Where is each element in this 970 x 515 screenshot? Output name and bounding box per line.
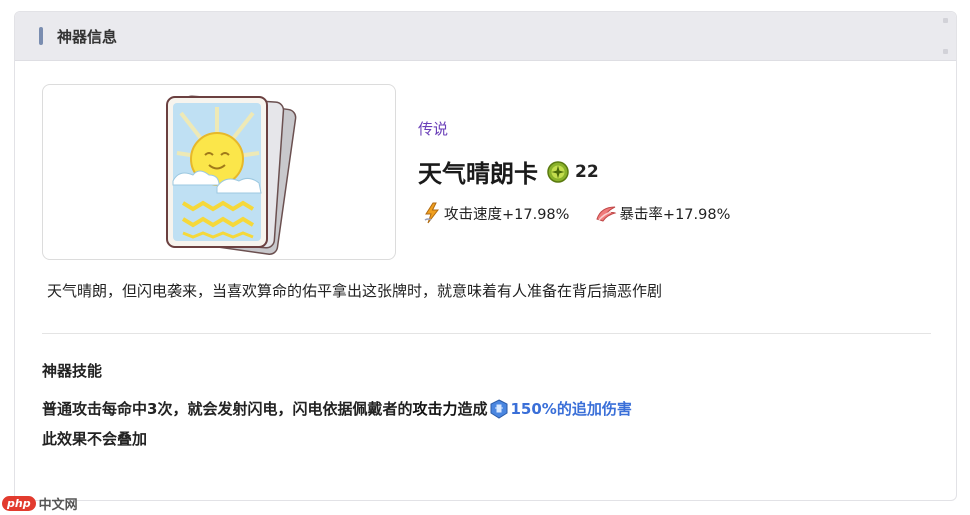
stat-crit-rate: 暴击率+17.98% [595, 203, 730, 224]
artifact-image-box [42, 84, 396, 260]
panel-title: 神器信息 [57, 27, 118, 46]
skill-text: 普通攻击每命中3次，就会发射闪电，闪电依据佩戴者的 [42, 400, 413, 418]
skill-damage-value: 150%的追加伤害 [510, 400, 632, 418]
watermark-logo: php [2, 496, 36, 511]
header-accent-bar [39, 27, 43, 45]
skill-text: 造成 [457, 400, 488, 418]
section-divider [42, 333, 931, 334]
artifact-level: 22 [575, 161, 599, 182]
rarity-label: 传说 [418, 120, 449, 138]
artifact-info-panel: 神器信息 传说 天气晴朗卡 22 攻击速度+17.98% 暴击率+17.98% … [14, 11, 957, 501]
artifact-name-row: 天气晴朗卡 22 [418, 154, 599, 189]
corner-dot [943, 49, 948, 54]
attack-speed-icon [424, 202, 440, 224]
attack-power-icon [490, 398, 508, 419]
level-star-icon [547, 160, 569, 183]
crit-rate-icon [596, 206, 617, 222]
skill-description-line2: 此效果不会叠加 [42, 430, 148, 448]
skill-description-line1: 普通攻击每命中3次，就会发射闪电，闪电依据佩戴者的 攻击力 造成 150%的追加… [42, 398, 632, 419]
artifact-name: 天气晴朗卡 [418, 160, 538, 188]
watermark-text: 中文网 [38, 498, 78, 513]
stat-label: 暴击率+17.98% [619, 206, 731, 223]
corner-dot [943, 18, 948, 23]
panel-header: 神器信息 [15, 12, 956, 61]
skill-keyword-attack: 攻击力 [412, 400, 458, 418]
weather-card-image [166, 95, 297, 255]
skill-section-title: 神器技能 [42, 362, 103, 380]
stat-attack-speed: 攻击速度+17.98% [422, 202, 569, 224]
artifact-description: 天气晴朗，但闪电袭来，当喜欢算命的佑平拿出这张牌时，就意味着有人准备在背后搞恶作… [47, 282, 663, 300]
stat-label: 攻击速度+17.98% [444, 206, 570, 223]
watermark: php 中文网 [2, 494, 78, 513]
artifact-stats: 攻击速度+17.98% 暴击率+17.98% [422, 202, 730, 224]
